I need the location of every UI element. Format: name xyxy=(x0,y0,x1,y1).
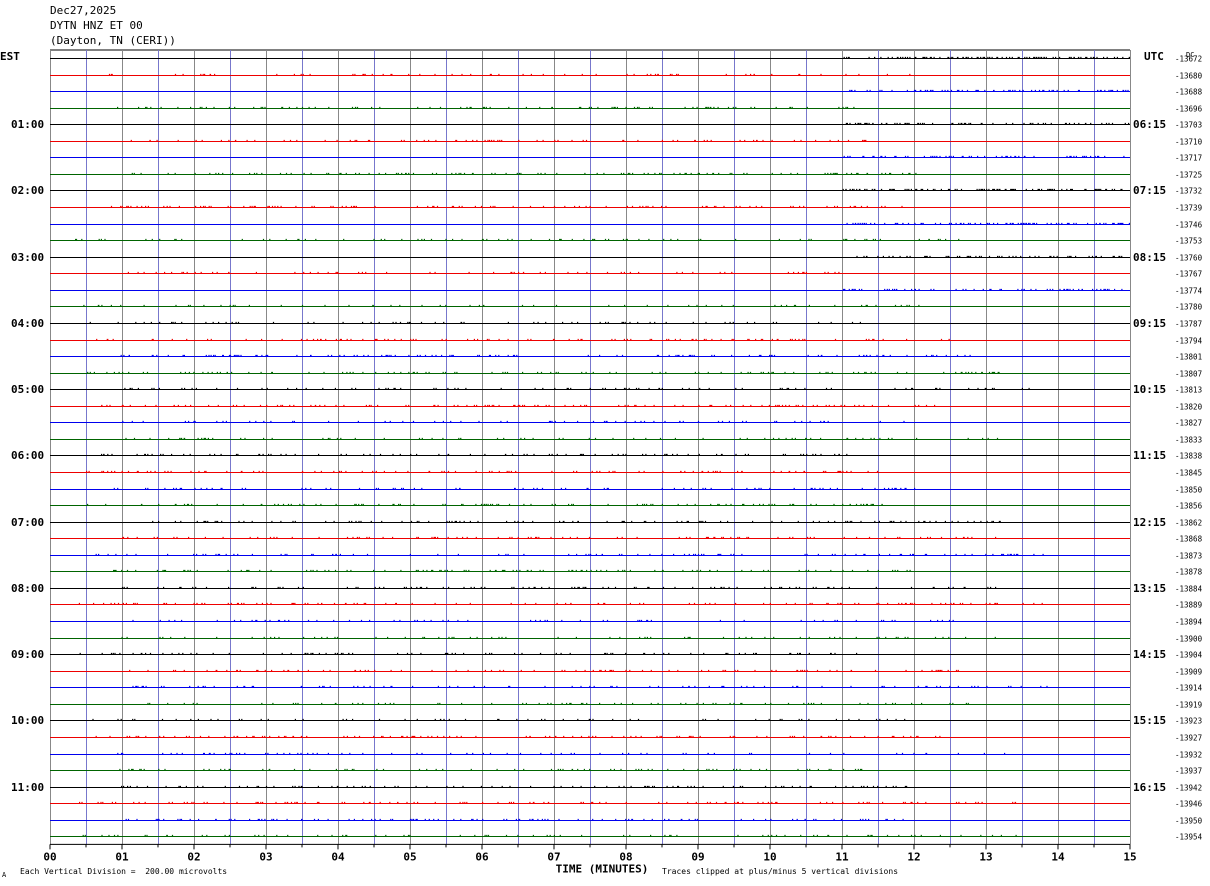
dc-offset-label: -13909 xyxy=(1175,668,1202,677)
x-tick-label: 09 xyxy=(691,850,704,863)
est-hour-label: 02:00 xyxy=(11,184,44,197)
dc-offset-label: -13946 xyxy=(1175,800,1203,809)
x-tick-label: 06 xyxy=(475,850,489,863)
x-tick-label: 10 xyxy=(763,850,776,863)
dc-offset-label: -13932 xyxy=(1175,751,1202,760)
dc-offset-label: -13732 xyxy=(1175,187,1202,196)
est-hour-label: 06:00 xyxy=(11,449,44,462)
dc-offset-label: -13923 xyxy=(1175,717,1202,726)
dc-offset-label: -13753 xyxy=(1175,237,1202,246)
x-tick-label: 00 xyxy=(43,850,56,863)
dc-offset-label: -13878 xyxy=(1175,568,1203,577)
est-hour-label: 03:00 xyxy=(11,251,44,264)
vertical-grid xyxy=(50,49,1131,845)
dc-offset-label: -13767 xyxy=(1175,270,1202,279)
utc-hour-label: 10:15 xyxy=(1133,383,1166,396)
utc-hour-label: 14:15 xyxy=(1133,648,1166,661)
scale-note: Each Vertical Division = 200.00 microvol… xyxy=(20,867,228,876)
dc-offset-label: -13760 xyxy=(1175,254,1203,263)
est-hour-label: 10:00 xyxy=(11,714,44,727)
dc-offset-label: -13856 xyxy=(1175,502,1203,511)
utc-hour-label: 06:15 xyxy=(1133,118,1166,131)
utc-label: UTC xyxy=(1144,50,1164,63)
dc-offset-label: -13950 xyxy=(1175,817,1203,826)
est-hour-label: 08:00 xyxy=(11,582,44,595)
dc-offset-label: -13696 xyxy=(1175,105,1203,114)
dc-offset-label: -13954 xyxy=(1175,833,1203,842)
utc-hour-label: 16:15 xyxy=(1133,781,1166,794)
utc-hour-label: 15:15 xyxy=(1133,714,1166,727)
est-hour-label: 09:00 xyxy=(11,648,44,661)
clip-note: Traces clipped at plus/minus 5 vertical … xyxy=(662,867,899,876)
dc-offset-label: -13710 xyxy=(1175,138,1203,147)
x-axis-title: TIME (MINUTES) xyxy=(556,862,649,875)
dc-offset-label: -13827 xyxy=(1175,419,1202,428)
dc-offset-label: -13873 xyxy=(1175,552,1202,561)
utc-hour-label: 08:15 xyxy=(1133,251,1166,264)
x-tick-label: 11 xyxy=(835,850,849,863)
dc-offset-label: -13850 xyxy=(1175,486,1203,495)
x-tick-label: 15 xyxy=(1123,850,1136,863)
dc-offset-label: -13942 xyxy=(1175,784,1202,793)
dc-offset-label: -13801 xyxy=(1175,353,1202,362)
dc-offset-label: -13787 xyxy=(1175,320,1202,329)
x-tick-label: 04 xyxy=(331,850,345,863)
dc-offset-label: -13845 xyxy=(1175,469,1202,478)
dc-offset-label: -13813 xyxy=(1175,386,1202,395)
utc-hour-label: 12:15 xyxy=(1133,516,1166,529)
x-tick-label: 13 xyxy=(979,850,992,863)
dc-offset-label: -13794 xyxy=(1175,337,1203,346)
helicorder-plot: -13672-13680-13688-13696-13703-13710-137… xyxy=(0,49,1203,875)
est-hour-label: 04:00 xyxy=(11,317,44,330)
dc-offset-label: -13833 xyxy=(1175,436,1202,445)
x-tick-label: 14 xyxy=(1051,850,1065,863)
dc-offset-label: -13904 xyxy=(1175,651,1203,660)
dc-offset-label: -13746 xyxy=(1175,221,1203,230)
utc-hour-label: 09:15 xyxy=(1133,317,1166,330)
dc-offset-label: -13774 xyxy=(1175,287,1203,296)
dc-offset-label: -13900 xyxy=(1175,635,1203,644)
x-tick-label: 01 xyxy=(115,850,129,863)
est-hour-label: 01:00 xyxy=(11,118,44,131)
dc-offset-label: -13780 xyxy=(1175,303,1203,312)
dc-offset-label: -13739 xyxy=(1175,204,1202,213)
dc-offset-label: -13919 xyxy=(1175,701,1202,710)
dc-offset-label: -13680 xyxy=(1175,72,1203,81)
dc-label: DC xyxy=(1186,51,1194,59)
utc-hour-label: 13:15 xyxy=(1133,582,1166,595)
dc-offset-label: -13927 xyxy=(1175,734,1202,743)
dc-offset-label: -13717 xyxy=(1175,154,1202,163)
dc-offset-label: -13868 xyxy=(1175,535,1203,544)
utc-hour-label: 07:15 xyxy=(1133,184,1166,197)
est-label: EST xyxy=(0,50,20,63)
dc-offset-label: -13894 xyxy=(1175,618,1203,627)
x-tick-label: 02 xyxy=(187,850,200,863)
dc-offset-label: -13703 xyxy=(1175,121,1202,130)
dc-offset-label: -13937 xyxy=(1175,767,1202,776)
est-hour-label: 07:00 xyxy=(11,516,44,529)
dc-offset-label: -13820 xyxy=(1175,403,1203,412)
utc-hour-label: 11:15 xyxy=(1133,449,1166,462)
dc-offset-label: -13889 xyxy=(1175,601,1202,610)
dc-offset-label: -13862 xyxy=(1175,519,1202,528)
x-tick-label: 03 xyxy=(259,850,272,863)
dc-offset-label: -13807 xyxy=(1175,370,1202,379)
dc-offset-label: -13838 xyxy=(1175,452,1203,461)
dc-offset-label: -13688 xyxy=(1175,88,1203,97)
dc-offset-label: -13725 xyxy=(1175,171,1202,180)
x-tick-label: 12 xyxy=(907,850,920,863)
est-hour-label: 11:00 xyxy=(11,781,44,794)
est-hour-label: 05:00 xyxy=(11,383,44,396)
dc-offset-label: -13914 xyxy=(1175,684,1203,693)
corner-mark: A xyxy=(2,871,7,879)
x-tick-label: 05 xyxy=(403,850,416,863)
dc-offset-label: -13884 xyxy=(1175,585,1203,594)
